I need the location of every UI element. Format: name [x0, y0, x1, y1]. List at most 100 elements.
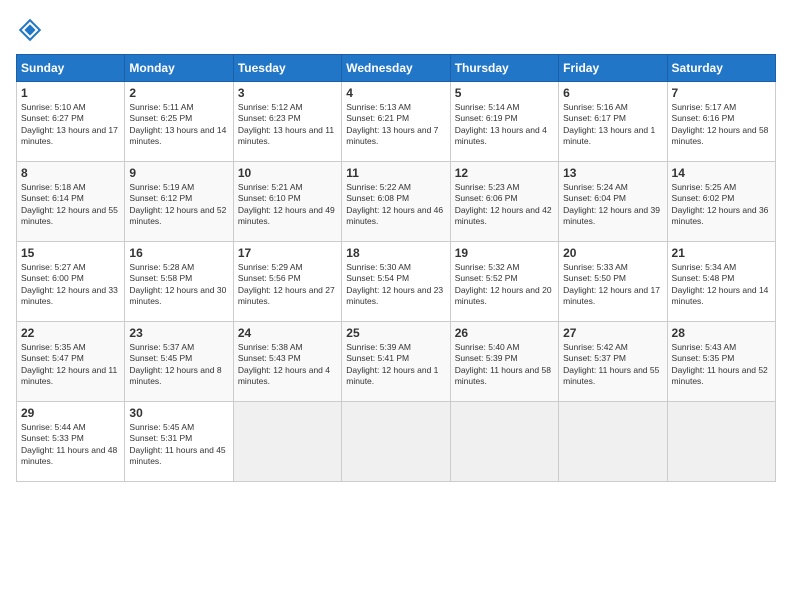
day-number: 14: [672, 166, 771, 180]
day-cell: 29 Sunrise: 5:44 AMSunset: 5:33 PMDayligh…: [17, 402, 125, 482]
col-wednesday: Wednesday: [342, 55, 450, 82]
day-cell: [450, 402, 558, 482]
day-number: 2: [129, 86, 228, 100]
day-info: Sunrise: 5:29 AMSunset: 5:56 PMDaylight:…: [238, 262, 337, 308]
day-cell: [667, 402, 775, 482]
day-number: 19: [455, 246, 554, 260]
day-number: 27: [563, 326, 662, 340]
day-info: Sunrise: 5:37 AMSunset: 5:45 PMDaylight:…: [129, 342, 228, 388]
day-number: 3: [238, 86, 337, 100]
day-number: 15: [21, 246, 120, 260]
page-header: [16, 16, 776, 44]
day-cell: 2 Sunrise: 5:11 AMSunset: 6:25 PMDaylight…: [125, 82, 233, 162]
day-info: Sunrise: 5:44 AMSunset: 5:33 PMDaylight:…: [21, 422, 120, 468]
day-info: Sunrise: 5:30 AMSunset: 5:54 PMDaylight:…: [346, 262, 445, 308]
day-number: 11: [346, 166, 445, 180]
day-cell: 21 Sunrise: 5:34 AMSunset: 5:48 PMDayligh…: [667, 242, 775, 322]
day-number: 21: [672, 246, 771, 260]
day-number: 30: [129, 406, 228, 420]
logo: [16, 16, 48, 44]
week-row-4: 22 Sunrise: 5:35 AMSunset: 5:47 PMDayligh…: [17, 322, 776, 402]
day-number: 29: [21, 406, 120, 420]
day-info: Sunrise: 5:18 AMSunset: 6:14 PMDaylight:…: [21, 182, 120, 228]
day-info: Sunrise: 5:38 AMSunset: 5:43 PMDaylight:…: [238, 342, 337, 388]
logo-icon: [16, 16, 44, 44]
day-cell: 15 Sunrise: 5:27 AMSunset: 6:00 PMDayligh…: [17, 242, 125, 322]
day-cell: [559, 402, 667, 482]
day-cell: 19 Sunrise: 5:32 AMSunset: 5:52 PMDayligh…: [450, 242, 558, 322]
day-info: Sunrise: 5:35 AMSunset: 5:47 PMDaylight:…: [21, 342, 120, 388]
day-cell: 5Sunrise: 5:14 AMSunset: 6:19 PMDaylight…: [450, 82, 558, 162]
day-cell: 7 Sunrise: 5:17 AMSunset: 6:16 PMDaylight…: [667, 82, 775, 162]
day-info: Sunrise: 5:24 AMSunset: 6:04 PMDaylight:…: [563, 182, 662, 228]
day-number: 26: [455, 326, 554, 340]
week-row-1: 1 Sunrise: 5:10 AMSunset: 6:27 PMDaylight…: [17, 82, 776, 162]
day-number: 23: [129, 326, 228, 340]
col-tuesday: Tuesday: [233, 55, 341, 82]
day-info: Sunrise: 5:25 AMSunset: 6:02 PMDaylight:…: [672, 182, 771, 228]
day-info: Sunrise: 5:23 AMSunset: 6:06 PMDaylight:…: [455, 182, 554, 228]
day-number: 5: [455, 86, 554, 100]
day-info: Sunrise: 5:43 AMSunset: 5:35 PMDaylight:…: [672, 342, 771, 388]
day-info: Sunrise: 5:34 AMSunset: 5:48 PMDaylight:…: [672, 262, 771, 308]
day-number: 1: [21, 86, 120, 100]
day-number: 9: [129, 166, 228, 180]
day-number: 24: [238, 326, 337, 340]
day-info: Sunrise: 5:39 AMSunset: 5:41 PMDaylight:…: [346, 342, 445, 388]
day-info: Sunrise: 5:27 AMSunset: 6:00 PMDaylight:…: [21, 262, 120, 308]
day-cell: 9 Sunrise: 5:19 AMSunset: 6:12 PMDaylight…: [125, 162, 233, 242]
day-info: Sunrise: 5:28 AMSunset: 5:58 PMDaylight:…: [129, 262, 228, 308]
day-number: 20: [563, 246, 662, 260]
page-container: Sunday Monday Tuesday Wednesday Thursday…: [0, 0, 792, 490]
day-number: 10: [238, 166, 337, 180]
day-number: 4: [346, 86, 445, 100]
day-cell: 18 Sunrise: 5:30 AMSunset: 5:54 PMDayligh…: [342, 242, 450, 322]
day-cell: 10 Sunrise: 5:21 AMSunset: 6:10 PMDayligh…: [233, 162, 341, 242]
day-number: 28: [672, 326, 771, 340]
week-row-2: 8 Sunrise: 5:18 AMSunset: 6:14 PMDaylight…: [17, 162, 776, 242]
day-info: Sunrise: 5:10 AMSunset: 6:27 PMDaylight:…: [21, 102, 120, 148]
col-thursday: Thursday: [450, 55, 558, 82]
day-info: Sunrise: 5:11 AMSunset: 6:25 PMDaylight:…: [129, 102, 228, 148]
day-info: Sunrise: 5:17 AMSunset: 6:16 PMDaylight:…: [672, 102, 771, 148]
day-info: Sunrise: 5:40 AMSunset: 5:39 PMDaylight:…: [455, 342, 554, 388]
calendar-table: Sunday Monday Tuesday Wednesday Thursday…: [16, 54, 776, 482]
day-info: Sunrise: 5:12 AMSunset: 6:23 PMDaylight:…: [238, 102, 337, 148]
day-cell: 3 Sunrise: 5:12 AMSunset: 6:23 PMDaylight…: [233, 82, 341, 162]
day-info: Sunrise: 5:32 AMSunset: 5:52 PMDaylight:…: [455, 262, 554, 308]
day-info: Sunrise: 5:45 AMSunset: 5:31 PMDaylight:…: [129, 422, 228, 468]
day-number: 22: [21, 326, 120, 340]
day-number: 16: [129, 246, 228, 260]
day-number: 18: [346, 246, 445, 260]
day-number: 7: [672, 86, 771, 100]
day-info: Sunrise: 5:16 AMSunset: 6:17 PMDaylight:…: [563, 102, 662, 148]
day-cell: 11 Sunrise: 5:22 AMSunset: 6:08 PMDayligh…: [342, 162, 450, 242]
day-number: 8: [21, 166, 120, 180]
day-number: 13: [563, 166, 662, 180]
day-cell: 13 Sunrise: 5:24 AMSunset: 6:04 PMDayligh…: [559, 162, 667, 242]
day-cell: 6 Sunrise: 5:16 AMSunset: 6:17 PMDaylight…: [559, 82, 667, 162]
col-saturday: Saturday: [667, 55, 775, 82]
day-number: 12: [455, 166, 554, 180]
day-info: Sunrise: 5:13 AMSunset: 6:21 PMDaylight:…: [346, 102, 445, 148]
day-cell: 23 Sunrise: 5:37 AMSunset: 5:45 PMDayligh…: [125, 322, 233, 402]
day-info: Sunrise: 5:19 AMSunset: 6:12 PMDaylight:…: [129, 182, 228, 228]
day-cell: 1 Sunrise: 5:10 AMSunset: 6:27 PMDaylight…: [17, 82, 125, 162]
day-cell: 14 Sunrise: 5:25 AMSunset: 6:02 PMDayligh…: [667, 162, 775, 242]
day-info: Sunrise: 5:22 AMSunset: 6:08 PMDaylight:…: [346, 182, 445, 228]
day-cell: 27 Sunrise: 5:42 AMSunset: 5:37 PMDayligh…: [559, 322, 667, 402]
day-number: 25: [346, 326, 445, 340]
day-cell: 16 Sunrise: 5:28 AMSunset: 5:58 PMDayligh…: [125, 242, 233, 322]
day-cell: 12 Sunrise: 5:23 AMSunset: 6:06 PMDayligh…: [450, 162, 558, 242]
day-cell: 22 Sunrise: 5:35 AMSunset: 5:47 PMDayligh…: [17, 322, 125, 402]
day-cell: 4 Sunrise: 5:13 AMSunset: 6:21 PMDaylight…: [342, 82, 450, 162]
day-info: Sunrise: 5:42 AMSunset: 5:37 PMDaylight:…: [563, 342, 662, 388]
day-cell: 28 Sunrise: 5:43 AMSunset: 5:35 PMDayligh…: [667, 322, 775, 402]
day-cell: 25 Sunrise: 5:39 AMSunset: 5:41 PMDayligh…: [342, 322, 450, 402]
day-cell: 17 Sunrise: 5:29 AMSunset: 5:56 PMDayligh…: [233, 242, 341, 322]
day-number: 6: [563, 86, 662, 100]
day-info: Sunrise: 5:21 AMSunset: 6:10 PMDaylight:…: [238, 182, 337, 228]
header-row: Sunday Monday Tuesday Wednesday Thursday…: [17, 55, 776, 82]
col-monday: Monday: [125, 55, 233, 82]
day-number: 17: [238, 246, 337, 260]
